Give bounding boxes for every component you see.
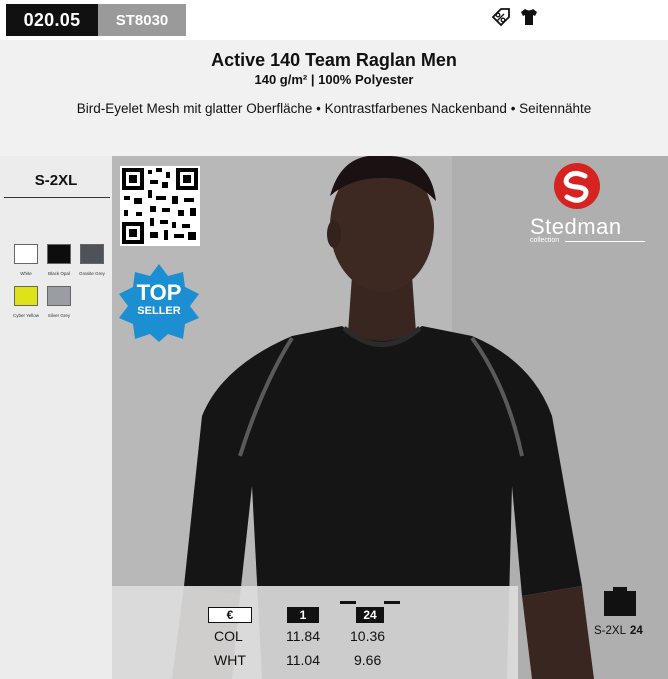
packaging-sizes: S-2XL xyxy=(594,625,626,637)
color-label-granite-grey: Granite Grey xyxy=(79,271,105,276)
row-wht-price-1: 11.04 xyxy=(286,652,320,668)
row-col-label: COL xyxy=(214,628,243,644)
color-label-silver-grey: Silver Grey xyxy=(47,313,71,318)
stedman-logo-icon xyxy=(554,163,600,209)
tshirt-icon xyxy=(521,9,537,25)
qty-24-tick-left xyxy=(340,601,356,604)
product-subtitle: 140 g/m² | 100% Polyester xyxy=(254,72,414,87)
color-swatch-granite-grey[interactable] xyxy=(80,244,104,264)
qr-code[interactable] xyxy=(120,166,200,246)
brand-collection: collection xyxy=(530,237,560,244)
currency-label: € xyxy=(226,608,234,622)
row-col-price-1: 11.84 xyxy=(286,628,320,644)
qty-1-header: 1 xyxy=(287,607,319,623)
top-seller-badge: TOP SELLER xyxy=(116,262,202,342)
discount-percent-icon xyxy=(491,8,510,27)
qty-24-label: 24 xyxy=(363,608,377,622)
row-col-price-24: 10.36 xyxy=(350,628,386,644)
package-box-icon xyxy=(604,587,636,616)
badge-line1: TOP xyxy=(136,280,182,305)
style-code: ST8030 xyxy=(98,4,186,36)
divider xyxy=(4,197,110,198)
size-range: S-2XL xyxy=(34,172,78,189)
badge-line2: SELLER xyxy=(137,305,181,317)
top-bar: 020.05 ST8030 xyxy=(0,0,668,40)
brand-underline xyxy=(565,241,645,242)
packaging-qty: 24 xyxy=(629,625,643,637)
row-wht-label: WHT xyxy=(214,652,246,668)
sidebar xyxy=(0,156,112,679)
color-swatch-black-opal[interactable] xyxy=(47,244,71,264)
feature-icons xyxy=(490,6,540,28)
color-swatch-white[interactable] xyxy=(14,244,38,264)
color-swatch-silver-grey[interactable] xyxy=(47,286,71,306)
qty-24-header: 24 xyxy=(356,607,384,623)
article-code: 020.05 xyxy=(6,4,98,36)
product-features: Bird-Eyelet Mesh mit glatter Oberfläche … xyxy=(76,101,592,116)
row-wht-price-24: 9.66 xyxy=(354,652,382,668)
packaging-info: S-2XL 24 xyxy=(594,625,643,637)
product-title: Active 140 Team Raglan Men xyxy=(211,50,457,70)
currency-header: € xyxy=(208,607,252,623)
qty-1-label: 1 xyxy=(299,608,307,622)
color-swatch-cyber-yellow[interactable] xyxy=(14,286,38,306)
qty-24-tick-right xyxy=(384,601,400,604)
